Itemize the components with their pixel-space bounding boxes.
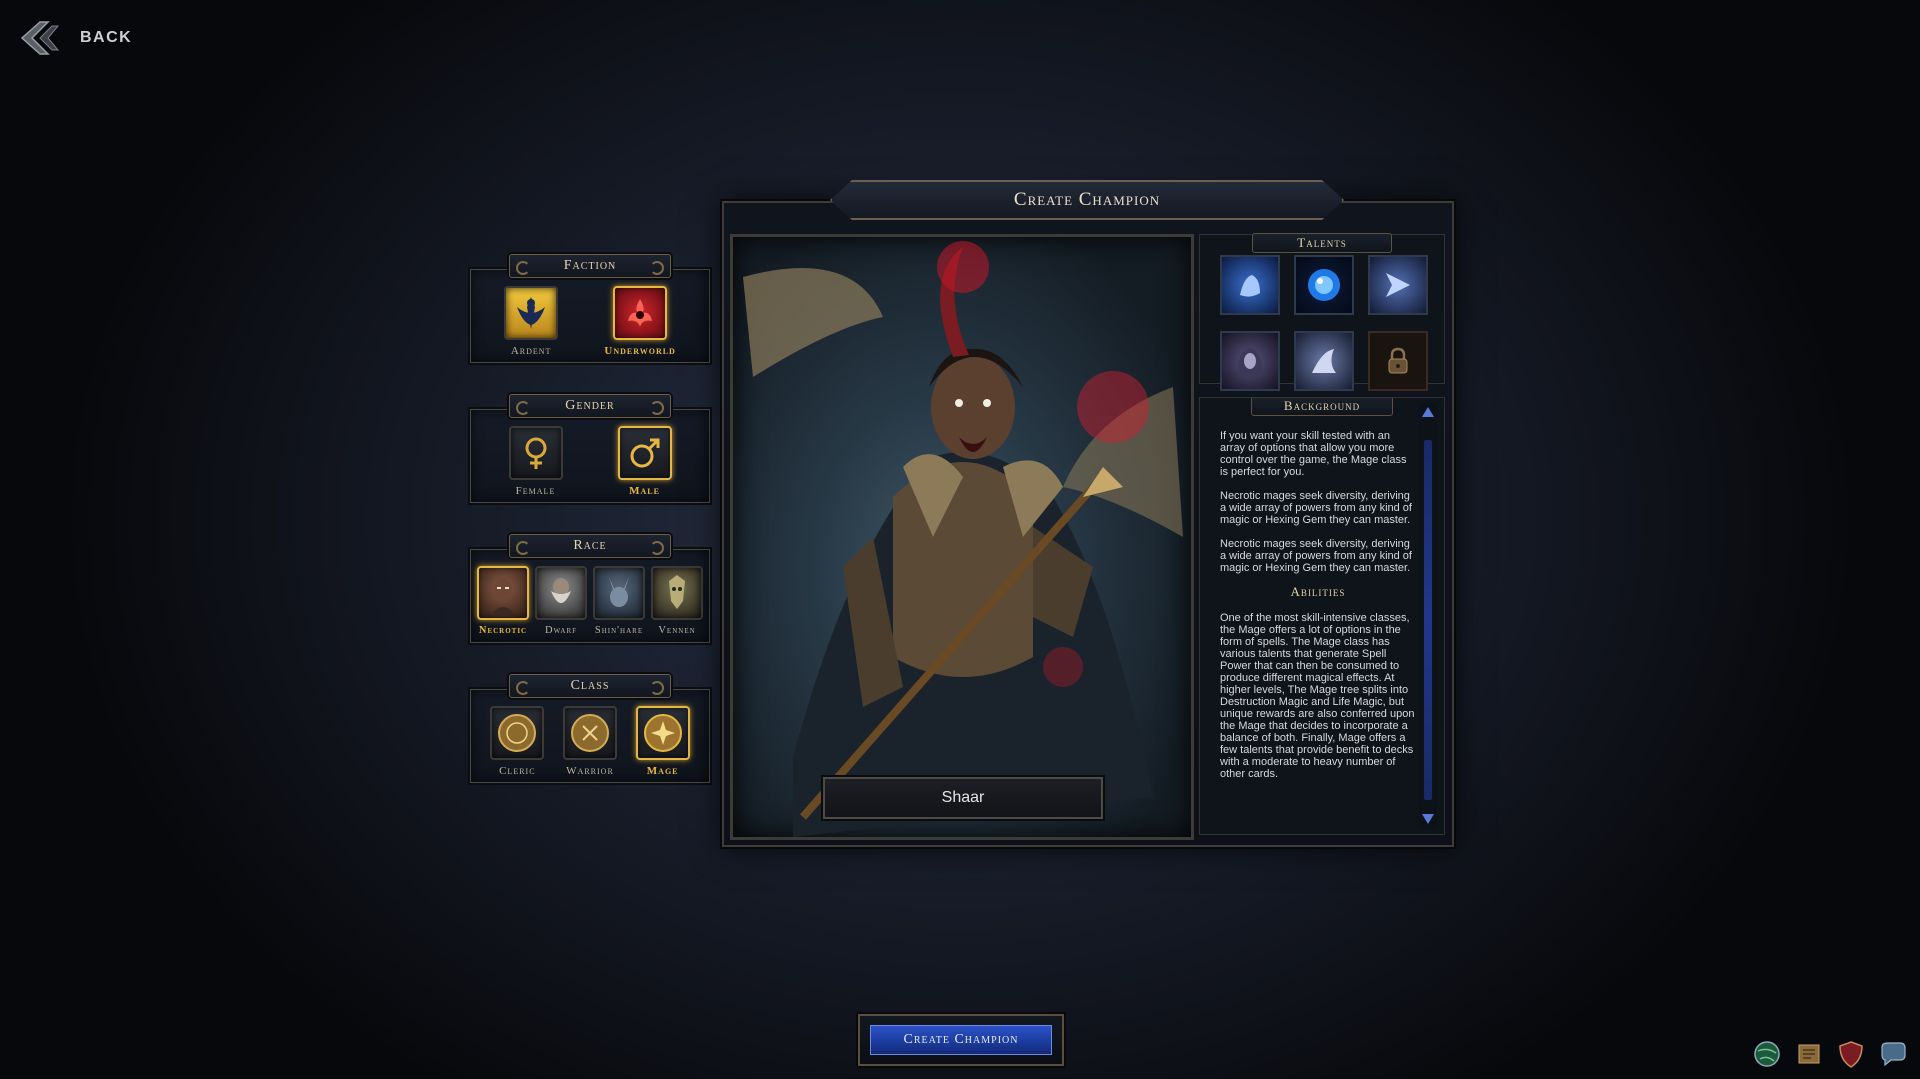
champion-portrait: [730, 234, 1194, 840]
back-button[interactable]: BACK: [18, 20, 132, 56]
champion-name-input[interactable]: [823, 777, 1103, 819]
gender-option-female[interactable]: Female: [508, 426, 563, 497]
faction-title: Faction: [509, 254, 671, 278]
race-title: Race: [509, 534, 671, 558]
class-option-mage[interactable]: Mage: [635, 706, 690, 777]
scroll-up-button[interactable]: [1419, 403, 1437, 421]
faction-label-ardent: Ardent: [510, 345, 552, 357]
background-paragraph: If you want your skill tested with an ar…: [1220, 430, 1407, 478]
back-arrow-icon: [20, 21, 60, 55]
chat-bubble-icon[interactable]: [1878, 1039, 1908, 1069]
hooded-figure-icon[interactable]: [1220, 331, 1280, 391]
map-scroll-icon[interactable]: [1794, 1039, 1824, 1069]
talents-title: Talents: [1252, 233, 1392, 253]
background-title: Background: [1251, 398, 1393, 416]
gender-label-female: Female: [515, 485, 556, 497]
dwarf-portrait-icon: [535, 566, 587, 620]
abilities-text: One of the most skill-intensive classes,…: [1220, 612, 1415, 780]
gender-option-male[interactable]: Male: [617, 426, 672, 497]
male-symbol-icon: [617, 426, 672, 480]
talents-panel: Talents: [1199, 233, 1445, 391]
background-text: If you want your skill tested with an ar…: [1220, 430, 1416, 792]
abilities-title: Abilities: [1290, 584, 1346, 599]
system-tray: [1752, 1039, 1908, 1069]
race-label-dwarf: Dwarf: [544, 625, 578, 636]
padlock-icon[interactable]: [1368, 331, 1428, 391]
scroll-down-button[interactable]: [1419, 810, 1437, 828]
ardent-crest-icon: [504, 286, 559, 340]
faction-label-underworld: Underworld: [604, 345, 676, 357]
class-label-cleric: Cleric: [499, 765, 536, 777]
warrior-medallion-icon: [562, 706, 617, 760]
shield-crest-icon[interactable]: [1836, 1039, 1866, 1069]
scrollbar-thumb[interactable]: [1424, 440, 1432, 800]
gender-title: Gender: [509, 394, 671, 418]
cleric-medallion-icon: [490, 706, 545, 760]
class-label-mage: Mage: [646, 765, 679, 777]
frost-hand-icon[interactable]: [1220, 255, 1280, 315]
race-label-shinhare: Shin'hare: [594, 625, 644, 636]
class-label-warrior: Warrior: [566, 765, 614, 777]
spectral-mage-icon[interactable]: [1368, 255, 1428, 315]
caster-silhouette-icon[interactable]: [1294, 331, 1354, 391]
create-champion-label: Create Champion: [870, 1025, 1052, 1055]
background-paragraph: Necrotic mages seek diversity, deriving …: [1220, 490, 1412, 526]
class-panel: Class Cleric Warrior Mage: [470, 674, 710, 783]
race-label-vennen: Vennen: [658, 625, 696, 636]
faction-option-underworld[interactable]: Underworld: [604, 286, 675, 357]
class-option-warrior[interactable]: Warrior: [562, 706, 617, 777]
mage-medallion-icon: [635, 706, 690, 760]
race-option-dwarf[interactable]: Dwarf: [535, 566, 587, 636]
race-panel: Race Necrotic Dwarf Shin'hare Vennen: [470, 534, 710, 643]
back-label: BACK: [80, 29, 133, 46]
shinhare-portrait-icon: [593, 566, 645, 620]
arcane-orb-icon[interactable]: [1294, 255, 1354, 315]
create-champion-button[interactable]: Create Champion: [858, 1014, 1064, 1066]
race-option-shinhare[interactable]: Shin'hare: [593, 566, 645, 636]
class-title: Class: [509, 674, 671, 698]
underworld-flame-icon: [613, 286, 668, 340]
race-option-necrotic[interactable]: Necrotic: [477, 566, 529, 636]
faction-option-ardent[interactable]: Ardent: [504, 286, 559, 357]
page-title: Create Champion: [830, 180, 1344, 220]
necrotic-portrait-icon: [477, 566, 529, 620]
faction-panel: Faction Ardent Underworld: [470, 254, 710, 363]
background-paragraph: Necrotic mages seek diversity, deriving …: [1220, 538, 1412, 574]
arrow-down-icon: [1422, 814, 1434, 824]
race-option-vennen[interactable]: Vennen: [651, 566, 703, 636]
character-creation-screen: BACK Faction Ardent Underworld Gender Fe…: [0, 0, 1920, 1079]
female-symbol-icon: [508, 426, 563, 480]
globe-icon[interactable]: [1752, 1039, 1782, 1069]
background-panel: Background If you want your skill tested…: [1199, 397, 1445, 835]
gender-panel: Gender Female Male: [470, 394, 710, 503]
race-label-necrotic: Necrotic: [478, 625, 528, 636]
vennen-portrait-icon: [651, 566, 703, 620]
gender-label-male: Male: [629, 485, 660, 497]
class-option-cleric[interactable]: Cleric: [490, 706, 545, 777]
arrow-up-icon: [1422, 407, 1434, 417]
